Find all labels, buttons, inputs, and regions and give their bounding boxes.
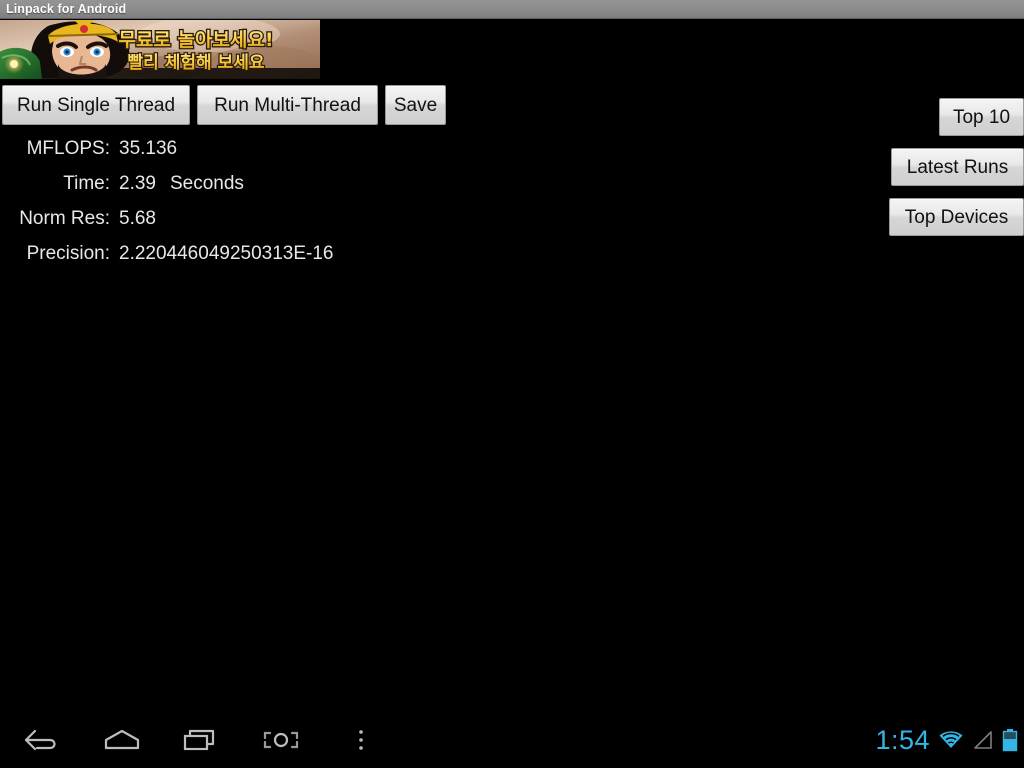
- ad-banner-artwork: 무료로 놀아보세요! 빨리 체험해 보세요: [0, 20, 320, 79]
- result-row: Norm Res: 5.68: [0, 208, 560, 243]
- back-button[interactable]: [6, 712, 78, 768]
- screenshot-button[interactable]: [245, 712, 317, 768]
- recents-icon: [183, 729, 215, 751]
- save-button[interactable]: Save: [385, 85, 446, 125]
- status-clock: 1:54: [875, 724, 930, 755]
- result-value-norm-res: 5.68: [119, 208, 156, 229]
- android-screen: Linpack for Android 무료로 놀아보세요! 빨리 체험해 보세…: [0, 0, 1024, 768]
- cell-signal-icon: [972, 729, 994, 751]
- benchmark-results: MFLOPS: 35.136 Time: 2.39 Seconds Norm R…: [0, 138, 560, 278]
- top-devices-button[interactable]: Top Devices: [889, 198, 1024, 236]
- battery-icon: [1002, 728, 1018, 752]
- ad-headline: 무료로 놀아보세요!: [118, 29, 273, 51]
- result-row: MFLOPS: 35.136: [0, 138, 560, 173]
- result-value-precision: 2.220446049250313E-16: [119, 243, 334, 264]
- home-button[interactable]: [86, 712, 158, 768]
- overflow-menu-icon: [359, 730, 363, 750]
- result-label-precision: Precision:: [26, 243, 110, 264]
- result-row: Precision: 2.220446049250313E-16: [0, 243, 560, 278]
- wifi-icon: [938, 729, 964, 751]
- top-10-button[interactable]: Top 10: [939, 98, 1024, 136]
- result-unit-time: Seconds: [169, 173, 244, 194]
- overflow-menu-button[interactable]: [325, 712, 397, 768]
- result-value-mflops: 35.136: [119, 138, 178, 159]
- app-title-bar: Linpack for Android: [0, 0, 1024, 19]
- app-title: Linpack for Android: [6, 2, 127, 16]
- result-label-mflops: MFLOPS:: [26, 138, 110, 159]
- result-value-time: 2.39: [119, 173, 156, 194]
- game-ad-banner[interactable]: 무료로 놀아보세요! 빨리 체험해 보세요: [0, 20, 320, 79]
- system-navigation-bar: 1:54: [0, 712, 1024, 768]
- screenshot-icon: [263, 731, 299, 749]
- run-single-thread-button[interactable]: Run Single Thread: [2, 85, 190, 125]
- status-cluster: 1:54: [875, 712, 1018, 768]
- result-row: Time: 2.39 Seconds: [0, 173, 560, 208]
- result-label-norm-res: Norm Res:: [19, 208, 110, 229]
- run-multi-thread-button[interactable]: Run Multi-Thread: [197, 85, 378, 125]
- back-icon: [24, 729, 56, 751]
- ad-subline: 빨리 체험해 보세요: [128, 52, 265, 73]
- recents-button[interactable]: [165, 712, 237, 768]
- latest-runs-button[interactable]: Latest Runs: [891, 148, 1024, 186]
- result-label-time: Time:: [63, 173, 110, 194]
- home-icon: [104, 729, 140, 750]
